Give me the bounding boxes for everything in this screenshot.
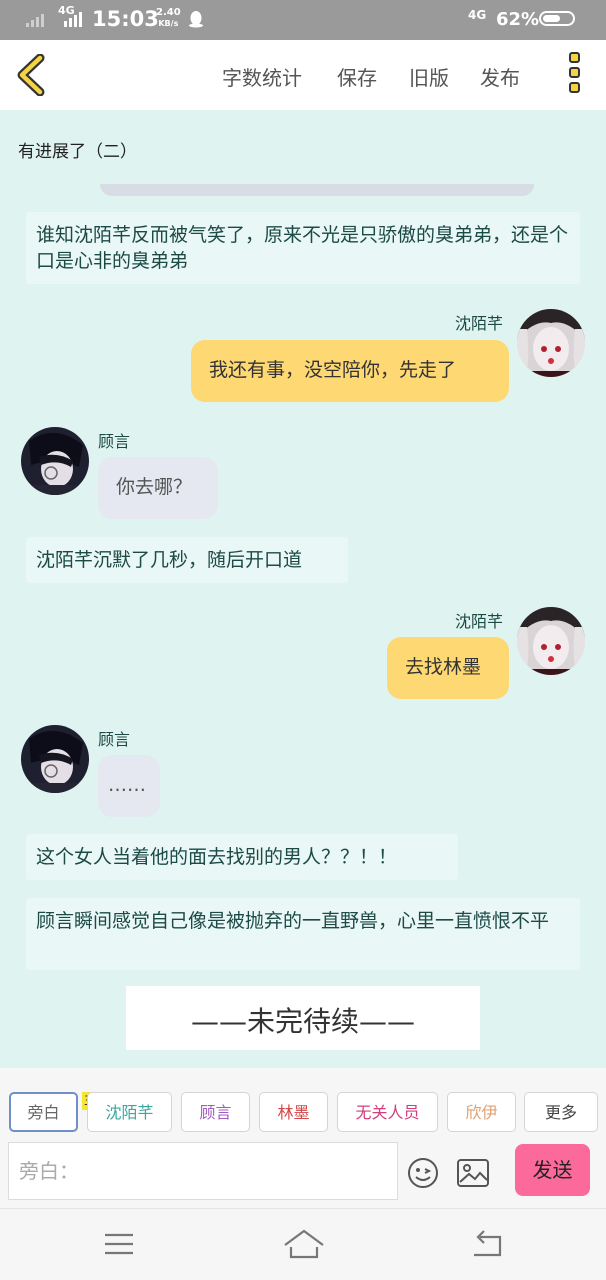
message-input[interactable] xyxy=(9,1143,397,1199)
chapter-title: 有进展了（二） xyxy=(18,142,137,162)
avatar-gu-yan[interactable] xyxy=(21,427,89,495)
speaker-name: 顾言 xyxy=(98,730,131,749)
image-icon[interactable] xyxy=(456,1158,490,1188)
more-options-icon[interactable] xyxy=(562,52,586,100)
network-speed: 2.40 KB/s xyxy=(156,7,181,29)
word-count-button[interactable]: 字数统计 xyxy=(222,62,302,91)
qq-penguin-icon xyxy=(189,11,203,28)
role-chip-gu-yan[interactable]: 顾言 xyxy=(181,1092,250,1132)
top-bar: 字数统计 保存 旧版 发布 xyxy=(0,40,606,110)
menu-icon[interactable] xyxy=(104,1227,134,1261)
system-nav-bar xyxy=(0,1208,606,1280)
message-bubble[interactable]: …… xyxy=(98,755,160,817)
avatar-shen-moqian[interactable] xyxy=(517,309,585,377)
back-arrow-icon[interactable] xyxy=(14,54,48,96)
narration-text[interactable]: 沈陌芊沉默了几秒，随后开口道 xyxy=(26,537,348,583)
avatar-gu-yan[interactable] xyxy=(21,725,89,793)
divider xyxy=(100,184,534,196)
to-be-continued-card[interactable]: ——未完待续—— xyxy=(126,986,480,1050)
avatar-shen-moqian[interactable] xyxy=(517,607,585,675)
back-icon[interactable] xyxy=(470,1227,504,1261)
role-chip-more[interactable]: 更多 xyxy=(524,1092,598,1132)
signal-strength-icon xyxy=(26,14,44,27)
narration-text[interactable]: 这个女人当着他的面去找别的男人？？！！ xyxy=(26,834,458,880)
message-bubble[interactable]: 去找林墨 xyxy=(387,637,509,699)
to-be-continued-text: ——未完待续—— xyxy=(190,1005,415,1038)
network-speed-unit: KB/s xyxy=(158,19,179,28)
composer-panel: 旁白 主 沈陌芊 顾言 林墨 无关人员 欣伊 更多 发送 xyxy=(0,1068,606,1208)
message-bubble[interactable]: 你去哪？ xyxy=(98,457,218,519)
battery-icon xyxy=(539,11,575,26)
network-speed-value: 2.40 xyxy=(156,7,181,18)
role-chip-xin-yi[interactable]: 欣伊 xyxy=(447,1092,516,1132)
send-button[interactable]: 发送 xyxy=(515,1144,590,1196)
chat-area[interactable]: 有进展了（二） 谁知沈陌芊反而被气笑了，原来不光是只骄傲的臭弟弟，还是个口是心非… xyxy=(0,110,606,1068)
status-bar: 4G 15:03 2.40 KB/s 4G 62% xyxy=(0,0,606,40)
save-button[interactable]: 保存 xyxy=(337,62,377,91)
message-input-box[interactable] xyxy=(8,1142,398,1200)
publish-button[interactable]: 发布 xyxy=(480,62,520,91)
role-chip-shen-moqian[interactable]: 沈陌芊 xyxy=(87,1092,172,1132)
message-bubble[interactable]: 我还有事，没空陪你，先走了 xyxy=(191,340,509,402)
role-chip-narrator[interactable]: 旁白 xyxy=(9,1092,78,1132)
role-chip-unrelated[interactable]: 无关人员 xyxy=(337,1092,438,1132)
battery-percent: 62% xyxy=(496,9,540,30)
role-chip-lin-mo[interactable]: 林墨 xyxy=(259,1092,328,1132)
old-version-button[interactable]: 旧版 xyxy=(409,62,449,91)
home-icon[interactable] xyxy=(283,1227,325,1261)
speaker-name: 沈陌芊 xyxy=(455,314,504,333)
speaker-name: 沈陌芊 xyxy=(455,612,504,631)
signal-strength-icon xyxy=(64,12,82,27)
narration-text[interactable]: 谁知沈陌芊反而被气笑了，原来不光是只骄傲的臭弟弟，还是个口是心非的臭弟弟 xyxy=(26,212,580,284)
speaker-name: 顾言 xyxy=(98,432,131,451)
network-type-2: 4G xyxy=(468,8,487,22)
emoji-icon[interactable] xyxy=(406,1156,440,1190)
status-time: 15:03 xyxy=(92,7,159,31)
narration-text[interactable]: 顾言瞬间感觉自己像是被抛弃的一直野兽，心里一直愤恨不平 xyxy=(26,898,580,970)
